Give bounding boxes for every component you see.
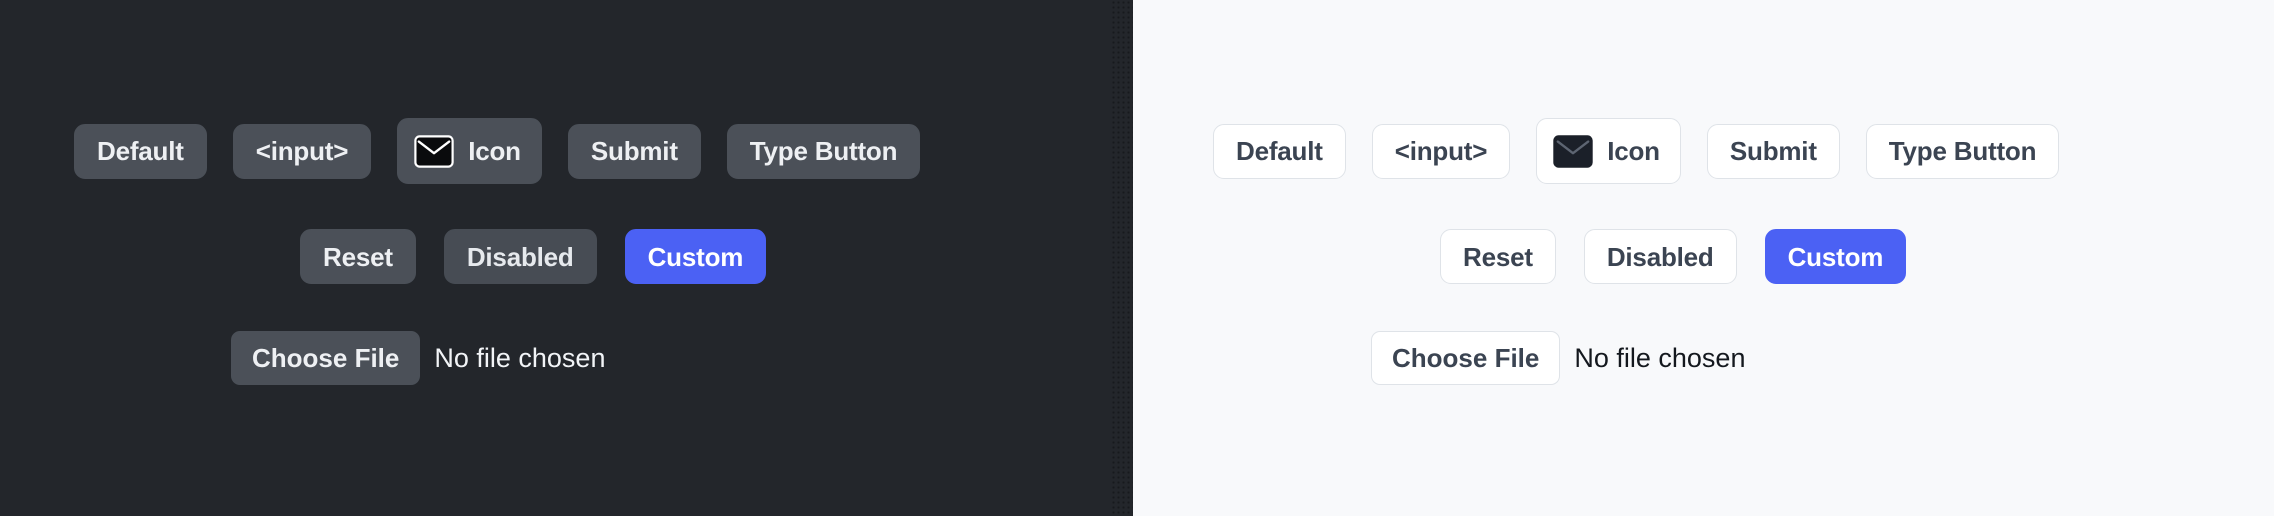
light-file-input[interactable]: Choose File No file chosen [1371, 331, 1745, 385]
light-default-button[interactable]: Default [1213, 123, 1346, 179]
dark-disabled-button: Disabled [443, 229, 597, 284]
dark-default-button[interactable]: Default [74, 123, 207, 179]
dark-custom-button[interactable]: Custom [624, 229, 767, 284]
dark-primary-button-row: Default <input> Icon Submit Type Button [74, 118, 921, 184]
light-choose-file-button[interactable]: Choose File [1371, 331, 1561, 385]
dark-file-input-row: Choose File No file chosen [231, 331, 605, 385]
light-custom-button[interactable]: Custom [1764, 229, 1907, 284]
light-primary-button-row: Default <input> Icon Submit Type Button [1213, 118, 2060, 184]
dark-input-button[interactable]: <input> [232, 123, 372, 179]
light-reset-button[interactable]: Reset [1440, 229, 1556, 284]
dark-file-input[interactable]: Choose File No file chosen [231, 331, 605, 385]
dark-icon-button-label: Icon [468, 136, 521, 166]
dark-icon-button[interactable]: Icon [397, 118, 542, 184]
envelope-icon [414, 134, 454, 168]
light-input-button[interactable]: <input> [1371, 123, 1511, 179]
light-icon-button[interactable]: Icon [1536, 118, 1681, 184]
light-icon-button-label: Icon [1607, 136, 1660, 166]
light-submit-button[interactable]: Submit [1706, 123, 1840, 179]
theme-comparison-split: Default <input> Icon Submit Type Button … [0, 0, 2274, 516]
dark-type-button[interactable]: Type Button [726, 123, 921, 179]
light-file-status-text: No file chosen [1574, 342, 1746, 373]
dark-secondary-button-row: Reset Disabled Custom [300, 229, 767, 284]
envelope-icon [1553, 134, 1593, 168]
dark-choose-file-button[interactable]: Choose File [231, 331, 421, 385]
light-theme-panel: Default <input> Icon Submit Type Button … [1133, 0, 2274, 516]
dark-reset-button[interactable]: Reset [300, 229, 416, 284]
dark-theme-panel: Default <input> Icon Submit Type Button … [0, 0, 1133, 516]
light-panel-stage: Default <input> Icon Submit Type Button … [1133, 0, 2274, 516]
light-type-button[interactable]: Type Button [1865, 123, 2060, 179]
light-disabled-button: Disabled [1583, 229, 1737, 284]
dark-panel-stage: Default <input> Icon Submit Type Button … [0, 0, 1133, 516]
light-secondary-button-row: Reset Disabled Custom [1440, 229, 1907, 284]
dark-submit-button[interactable]: Submit [567, 123, 701, 179]
light-file-input-row: Choose File No file chosen [1371, 331, 1745, 385]
dark-file-status-text: No file chosen [434, 342, 606, 373]
